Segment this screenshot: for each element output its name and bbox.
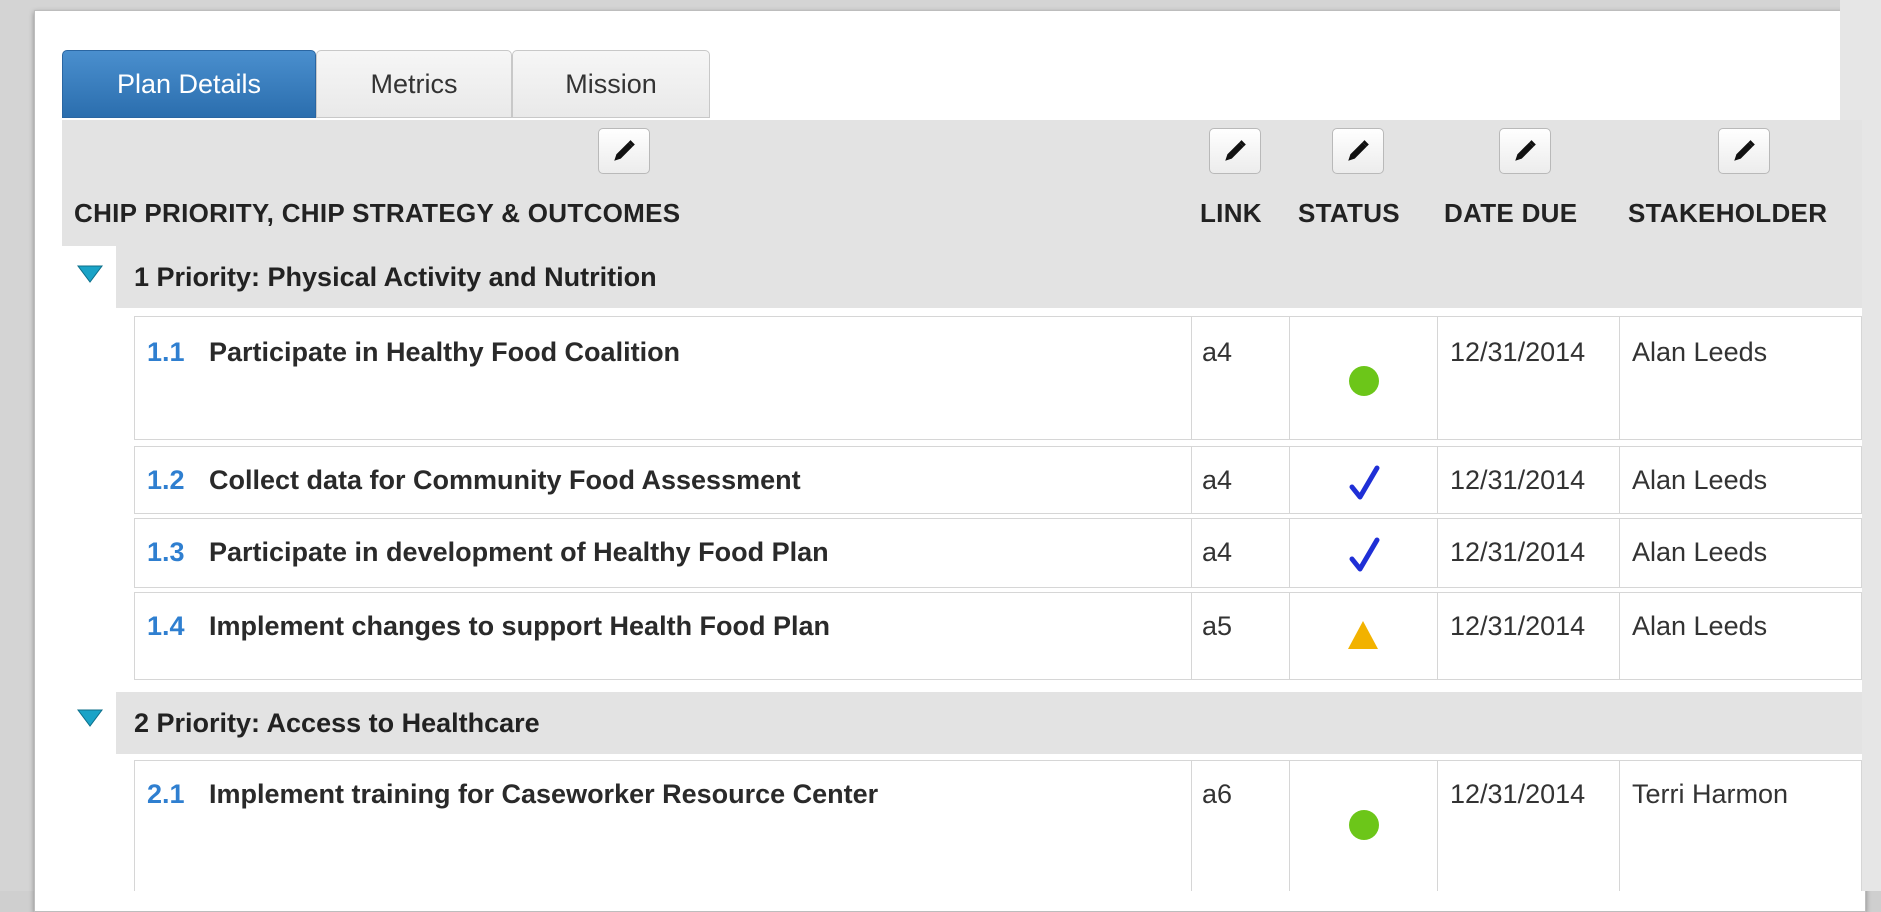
blue-check-icon [1349,537,1380,572]
stakeholder-value: Terri Harmon [1632,779,1789,809]
link-value: a4 [1202,465,1233,495]
group-title: 1 Priority: Physical Activity and Nutrit… [134,261,657,292]
collapse-group-1-toggle[interactable] [76,264,104,289]
stakeholder-cell: Alan Leeds [1619,447,1863,513]
table-row[interactable]: 1.4 Implement changes to support Health … [134,592,1862,680]
date-cell: 12/31/2014 [1437,317,1619,439]
date-cell: 12/31/2014 [1437,447,1619,513]
status-cell [1289,519,1437,587]
edit-stakeholder-button[interactable] [1718,128,1770,174]
table-row[interactable]: 1.1 Participate in Healthy Food Coalitio… [134,316,1862,440]
group-title: 2 Priority: Access to Healthcare [134,707,540,738]
blue-check-icon [1349,465,1380,500]
row-title: Implement training for Caseworker Resour… [209,779,879,809]
link-value: a4 [1202,537,1233,567]
tab-plan-details[interactable]: Plan Details [62,50,316,118]
link-cell: a6 [1191,761,1289,891]
table-row[interactable]: 2.1 Implement training for Caseworker Re… [134,760,1862,891]
row-number[interactable]: 1.4 [147,611,185,642]
status-cell [1289,317,1437,439]
column-header-link: LINK [1200,198,1262,228]
date-cell: 12/31/2014 [1437,593,1619,679]
pencil-icon [1348,140,1369,161]
column-header-status: STATUS [1298,198,1400,228]
row-title: Implement changes to support Health Food… [209,611,831,641]
green-circle-icon [1349,810,1379,840]
date-value: 12/31/2014 [1450,611,1586,641]
stakeholder-cell: Terri Harmon [1619,761,1863,891]
date-value: 12/31/2014 [1450,537,1586,567]
status-cell [1289,593,1437,679]
edit-date-due-button[interactable] [1499,128,1551,174]
status-cell [1289,447,1437,513]
row-title: Collect data for Community Food Assessme… [209,465,801,495]
stakeholder-value: Alan Leeds [1632,611,1768,641]
status-cell [1289,761,1437,891]
yellow-triangle-icon [1348,621,1378,649]
triangle-down-icon [77,709,103,727]
triangle-down-icon [77,265,103,283]
link-cell: a4 [1191,317,1289,439]
column-header-outcomes: CHIP PRIORITY, CHIP STRATEGY & OUTCOMES [74,198,681,228]
link-cell: a5 [1191,593,1289,679]
stakeholder-value: Alan Leeds [1632,537,1768,567]
date-cell: 12/31/2014 [1437,761,1619,891]
link-cell: a4 [1191,447,1289,513]
column-header-stakeholder: STAKEHOLDER [1628,198,1828,228]
stakeholder-cell: Alan Leeds [1619,593,1863,679]
row-number[interactable]: 1.2 [147,465,185,496]
date-cell: 12/31/2014 [1437,519,1619,587]
tab-mission[interactable]: Mission [512,50,710,118]
edit-outcomes-button[interactable] [598,128,650,174]
date-value: 12/31/2014 [1450,465,1586,495]
stakeholder-cell: Alan Leeds [1619,317,1863,439]
plan-table: CHIP PRIORITY, CHIP STRATEGY & OUTCOMES … [62,120,1862,891]
pencil-icon [1515,140,1536,161]
stakeholder-value: Alan Leeds [1632,337,1768,367]
group-header: 1 Priority: Physical Activity and Nutrit… [116,246,1862,308]
row-title: Participate in Healthy Food Coalition [209,337,681,367]
stakeholder-cell: Alan Leeds [1619,519,1863,587]
date-value: 12/31/2014 [1450,779,1586,809]
row-title: Participate in development of Healthy Fo… [209,537,829,567]
row-number[interactable]: 1.3 [147,537,185,568]
pencil-icon [1734,140,1755,161]
column-header-date-due: DATE DUE [1444,198,1578,228]
row-number[interactable]: 2.1 [147,779,185,810]
tab-metrics[interactable]: Metrics [316,50,512,118]
collapse-group-2-toggle[interactable] [76,708,104,733]
edit-link-button[interactable] [1209,128,1261,174]
pencil-icon [614,140,635,161]
green-circle-icon [1349,366,1379,396]
link-value: a6 [1202,779,1233,809]
link-value: a5 [1202,611,1233,641]
edit-status-button[interactable] [1332,128,1384,174]
table-row[interactable]: 1.2 Collect data for Community Food Asse… [134,446,1862,514]
link-cell: a4 [1191,519,1289,587]
pencil-icon [1225,140,1246,161]
link-value: a4 [1202,337,1233,367]
group-header: 2 Priority: Access to Healthcare [116,692,1862,754]
stakeholder-value: Alan Leeds [1632,465,1768,495]
table-header: CHIP PRIORITY, CHIP STRATEGY & OUTCOMES … [62,120,1862,246]
date-value: 12/31/2014 [1450,337,1586,367]
row-number[interactable]: 1.1 [147,337,185,368]
table-row[interactable]: 1.3 Participate in development of Health… [134,518,1862,588]
